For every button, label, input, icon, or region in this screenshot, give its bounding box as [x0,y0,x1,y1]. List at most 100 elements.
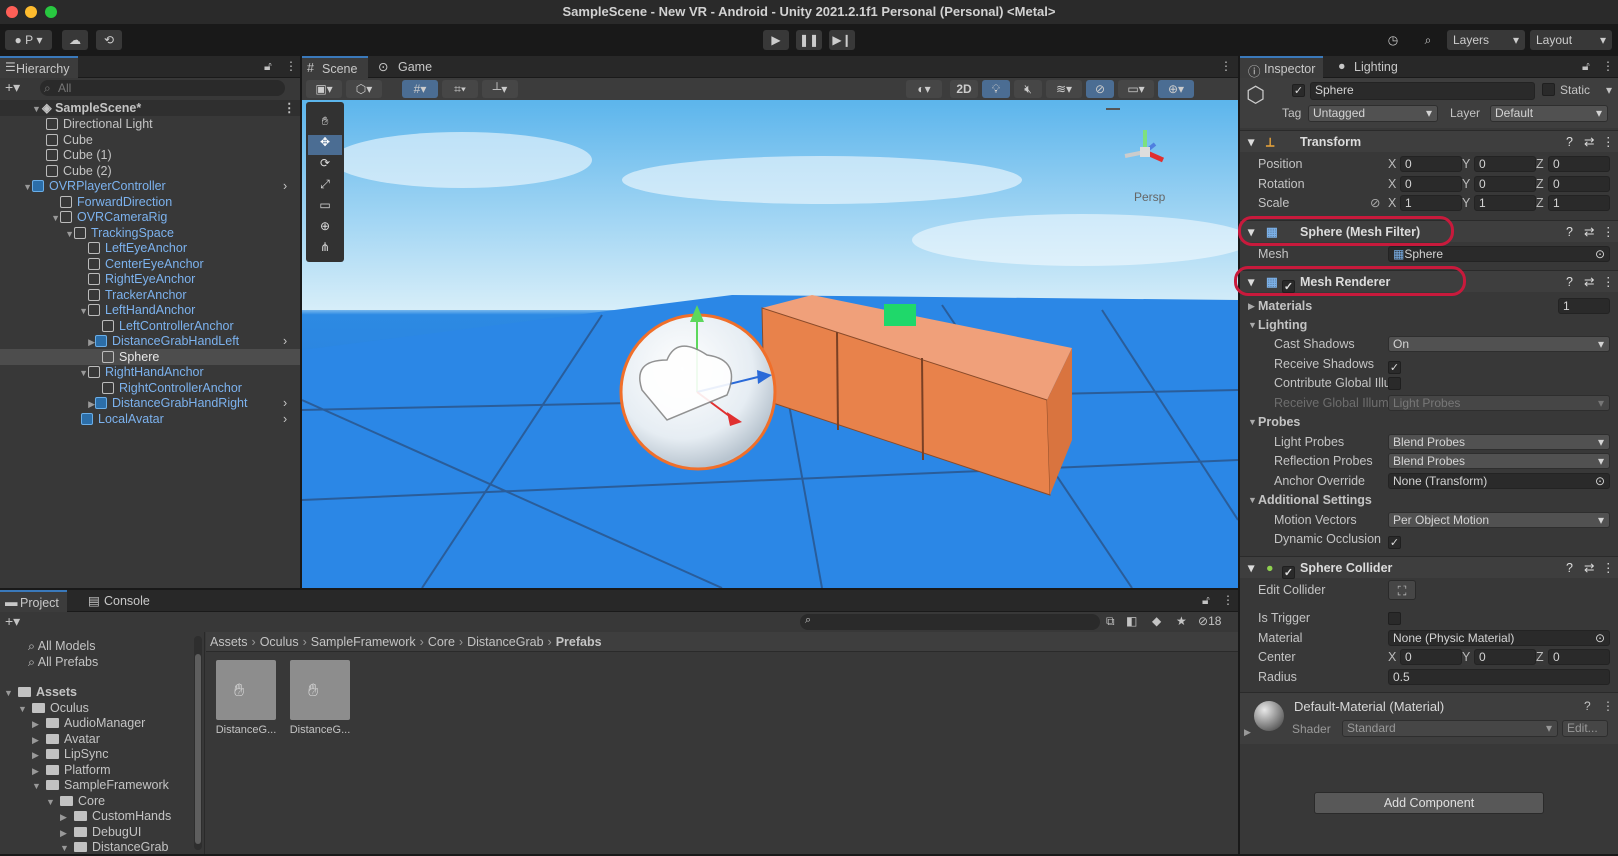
help-icon[interactable]: ? [1566,221,1573,243]
preset-icon[interactable]: ⇄ [1584,271,1594,293]
transform-component-header[interactable]: ▾ ⟂ Transform ? ⇄ ⋮ [1240,130,1618,152]
lock-icon[interactable]: 🔓︎ [1202,593,1210,608]
scene-viewport[interactable]: Persp ✋︎ ✥ ⟳ ⤢ ▭ ⊕ ⋔ [302,100,1238,588]
add-icon[interactable]: +▾ [5,79,20,96]
hierarchy-item[interactable]: ▶ DistanceGrabHandRight › [0,395,300,411]
preset-icon[interactable]: ⇄ [1584,131,1594,153]
hierarchy-item[interactable]: RightControllerAnchor [0,380,300,396]
lighting-row[interactable]: ▼ Lighting [1240,315,1618,335]
transform-tool-button[interactable]: ⊕ [308,219,342,239]
rotation-x-input[interactable]: 0 [1400,175,1462,192]
position-y-input[interactable]: 0 [1474,156,1536,172]
tree-scrollbar-thumb[interactable] [195,654,201,844]
open-prefab-icon[interactable]: › [283,178,287,194]
center-z-input[interactable]: 0 [1548,649,1610,665]
hierarchy-item[interactable]: Cube (2) [0,163,300,179]
project-folder-item[interactable]: ▼ SampleFramework [32,777,169,793]
layer-dropdown[interactable]: Default ▾ [1490,105,1608,122]
edit-shader-button[interactable]: Edit... [1562,720,1608,737]
chevron-down-icon[interactable]: ▾ [1606,83,1612,97]
hierarchy-item[interactable]: ForwardDirection [0,194,300,210]
shading-mode-dropdown[interactable]: ◐▾ [906,80,942,98]
edit-collider-button[interactable]: ⛶ [1388,580,1416,600]
tab-scene[interactable]: # Scene [302,56,368,78]
dynamic-occlusion-checkbox[interactable]: ✓ [1388,532,1401,552]
center-x-input[interactable]: 0 [1400,649,1462,665]
materials-size-input[interactable]: 1 [1558,298,1610,314]
more-menu-icon[interactable]: ⋮ [1222,593,1234,607]
hierarchy-item[interactable]: RightEyeAnchor [0,271,300,287]
lock-icon[interactable]: 🔓︎ [1582,59,1590,74]
asset-item[interactable]: ✋︎ DistanceG... [214,660,278,740]
help-icon[interactable]: ? [1566,557,1573,579]
foldout-arrow-icon[interactable]: ▼ [4,685,18,701]
hierarchy-item[interactable]: ▶ DistanceGrabHandLeft › [0,333,300,349]
hierarchy-item[interactable]: ▼ LeftHandAnchor [0,302,300,318]
tree-scrollbar[interactable] [194,636,202,850]
hierarchy-item[interactable]: Directional Light [0,116,300,132]
project-folder-item[interactable]: ▼ Core [46,793,105,809]
lighting-icon[interactable]: 💡︎ [982,80,1010,98]
pivot-dropdown[interactable]: ⬡▾ [346,80,382,98]
breadcrumb-item[interactable]: Core [428,635,455,649]
object-picker-icon[interactable]: ⊙ [1595,247,1605,261]
hierarchy-item[interactable]: LocalAvatar › [0,411,300,427]
shader-dropdown[interactable]: Standard ▾ [1342,720,1558,737]
help-icon[interactable]: ? [1584,699,1591,713]
project-folder-item[interactable]: ▶ LipSync [32,746,108,762]
hierarchy-item[interactable]: ▼ RightHandAnchor [0,364,300,380]
additional-row[interactable]: ▼ Additional Settings [1240,490,1618,510]
hierarchy-item[interactable]: CenterEyeAnchor [0,256,300,272]
project-folder-item[interactable]: ▼ Oculus [18,700,89,716]
play-button[interactable]: ▶ [763,30,789,50]
open-prefab-icon[interactable]: › [283,333,287,349]
hierarchy-item[interactable]: ▼ TrackingSpace [0,225,300,241]
2d-toggle[interactable]: 2D [950,80,978,98]
project-folder-item[interactable]: ▶ Avatar [32,731,100,747]
tab-inspector[interactable]: ⓘ Inspector [1240,56,1324,79]
link-icon[interactable]: ⊘ [1370,193,1380,213]
object-picker-icon[interactable]: ⊙ [1595,631,1605,645]
layers-dropdown[interactable]: Layers ▾ [1447,30,1525,50]
rotation-y-input[interactable]: 0 [1474,175,1536,192]
hierarchy-item[interactable]: Cube [0,132,300,148]
more-menu-icon[interactable]: ⋮ [1602,699,1614,713]
more-menu-icon[interactable]: ⋮ [285,59,297,73]
project-search-input[interactable]: ⌕ [800,614,1100,630]
mesh-object-field[interactable]: ▦Sphere ⊙ [1388,246,1610,262]
gizmos-dropdown[interactable]: ⊕▾ [1158,80,1194,98]
custom-tool-button[interactable]: ⋔ [308,240,342,260]
grid-snap-button[interactable]: #▾ [402,80,438,98]
hierarchy-search-input[interactable]: ⌕ All [40,80,285,96]
tab-lighting[interactable]: ● Lighting [1330,56,1406,78]
hierarchy-item[interactable]: ▼ OVRPlayerController › [0,178,300,194]
tag-dropdown[interactable]: Untagged ▾ [1308,105,1438,122]
scale-y-input[interactable]: 1 [1474,195,1536,211]
object-picker-icon[interactable]: ⊙ [1595,474,1605,488]
more-menu-icon[interactable]: ⋮ [1602,131,1615,153]
receive-gi-dropdown[interactable]: Light Probes ▾ [1388,394,1610,411]
tab-game[interactable]: ⊙ Game [372,56,440,78]
scale-x-input[interactable]: 1 [1400,195,1462,211]
account-dropdown[interactable]: ● P ▾ [5,30,52,50]
help-icon[interactable]: ? [1566,131,1573,153]
radius-input[interactable]: 0.5 [1388,668,1610,685]
star-icon[interactable]: ★ [1176,614,1187,628]
breadcrumb-item[interactable]: Assets [210,635,248,649]
favorite-item[interactable]: ⌕ All Models [28,638,95,654]
breadcrumb-item[interactable]: DistanceGrab [467,635,543,649]
overlay-handle[interactable] [1106,108,1120,110]
lock-icon[interactable]: 🔓︎ [264,59,272,74]
label-icon[interactable]: ◆ [1152,614,1161,628]
scene-row[interactable]: ▼◈ SampleScene* ⋮ [0,100,300,116]
camera-dropdown[interactable]: ▭▾ [1118,80,1154,98]
layout-dropdown[interactable]: Layout ▾ [1530,30,1612,50]
rotation-z-input[interactable]: 0 [1548,175,1610,192]
move-tool-button[interactable]: ✥ [308,135,342,155]
project-folder-item[interactable]: ▶ AudioManager [32,715,145,731]
collab-icon[interactable]: ⟲ [96,30,122,50]
breadcrumb-item[interactable]: SampleFramework [311,635,416,649]
foldout-arrow-icon[interactable]: ▼ [32,778,46,794]
scale-z-input[interactable]: 1 [1548,195,1610,211]
favorite-item[interactable]: ⌕ All Prefabs [28,654,98,670]
